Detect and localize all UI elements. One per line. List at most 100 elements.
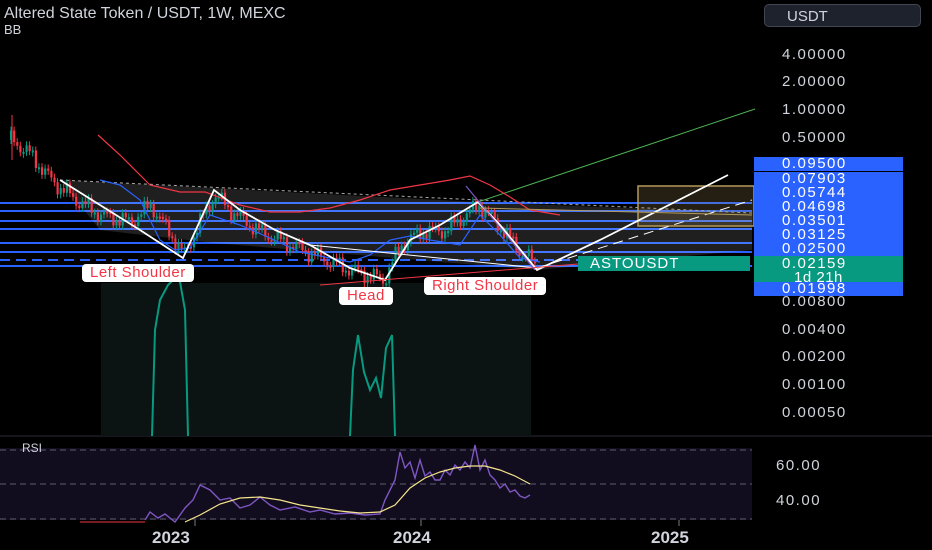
candle xyxy=(282,237,285,240)
candle xyxy=(499,230,502,233)
price-axis-label: 0.00050 xyxy=(782,404,847,421)
rsi-axis-label: 40.00 xyxy=(776,492,822,509)
price-axis-label: 2.00000 xyxy=(782,73,847,90)
candle xyxy=(31,150,34,153)
candle xyxy=(304,250,307,253)
candle xyxy=(19,145,22,153)
time-axis-label: 2023 xyxy=(152,528,190,547)
candle xyxy=(103,211,106,215)
level-label[interactable]: 0.02500 xyxy=(754,241,903,256)
candle xyxy=(81,201,84,209)
candle xyxy=(329,265,332,268)
candle xyxy=(416,228,419,233)
candle xyxy=(28,145,31,152)
chart-title: Altered State Token / USDT, 1W, MEXC xyxy=(4,5,286,22)
candle xyxy=(465,213,468,222)
candle xyxy=(165,218,168,221)
candle xyxy=(53,177,56,183)
candle xyxy=(295,242,298,250)
candle xyxy=(93,212,96,215)
candle xyxy=(447,231,450,234)
candle xyxy=(37,167,41,170)
candle xyxy=(140,214,143,217)
candle xyxy=(99,214,103,222)
candle xyxy=(527,249,530,257)
candle xyxy=(428,226,431,239)
candle xyxy=(490,212,493,215)
price-axis-label: 0.00200 xyxy=(782,348,847,365)
candle xyxy=(16,142,19,146)
candle xyxy=(270,239,273,242)
candle xyxy=(258,223,261,229)
left-shoulder-label[interactable]: Left Shoulder xyxy=(82,264,194,282)
price-axis-label: 0.50000 xyxy=(782,129,847,146)
candle xyxy=(47,168,50,171)
level-label[interactable]: 0.09500 xyxy=(754,156,903,171)
candle xyxy=(344,270,347,273)
candle xyxy=(468,209,471,214)
candle xyxy=(13,130,16,143)
candle xyxy=(34,150,37,169)
candle xyxy=(456,219,459,223)
candle xyxy=(106,211,109,214)
candle xyxy=(168,220,171,237)
candle xyxy=(208,205,211,212)
time-axis-label: 2024 xyxy=(393,528,431,547)
candle xyxy=(180,242,183,249)
candle xyxy=(158,216,161,219)
candle xyxy=(211,204,214,212)
candle xyxy=(440,231,444,239)
candle xyxy=(248,225,251,228)
candle xyxy=(413,232,416,235)
candle xyxy=(459,219,462,227)
candle xyxy=(50,170,53,178)
candle xyxy=(385,283,388,286)
candle xyxy=(493,212,496,219)
candle xyxy=(149,203,152,209)
candle xyxy=(59,188,62,195)
candle xyxy=(127,217,130,220)
low-level-label[interactable]: 0.01998 xyxy=(754,281,903,296)
candle xyxy=(301,242,304,251)
currency-button[interactable]: USDT xyxy=(764,4,921,27)
candle xyxy=(130,217,134,225)
candle xyxy=(285,237,289,252)
candle xyxy=(347,270,351,276)
right-shoulder-label[interactable]: Right Shoulder xyxy=(424,277,547,295)
candle xyxy=(394,246,397,263)
candle xyxy=(378,274,382,278)
candle xyxy=(161,216,165,219)
price-axis-label: 0.00100 xyxy=(782,376,847,393)
candle xyxy=(115,220,118,226)
candle xyxy=(478,205,481,211)
candle xyxy=(171,236,174,239)
candle xyxy=(146,200,149,209)
candle xyxy=(397,246,400,253)
price-axis-label: 4.00000 xyxy=(782,46,847,63)
candle xyxy=(174,238,177,251)
rsi-axis-label: 60.00 xyxy=(776,457,822,474)
candle xyxy=(96,212,99,222)
candle xyxy=(155,216,158,219)
candle xyxy=(236,213,239,216)
candle xyxy=(245,215,248,226)
indicator-label[interactable]: BB xyxy=(4,22,21,37)
time-axis-label: 2025 xyxy=(651,528,689,547)
symbol-tag: ASTOUSDT xyxy=(578,256,750,271)
candle xyxy=(62,188,65,193)
candle xyxy=(152,203,155,218)
candle xyxy=(264,224,267,237)
candle xyxy=(41,167,44,175)
candle xyxy=(118,220,121,226)
candle xyxy=(124,213,127,218)
rsi-label[interactable]: RSI xyxy=(22,441,42,455)
candle xyxy=(375,268,378,275)
candle xyxy=(227,205,230,208)
candle xyxy=(366,276,369,284)
candle xyxy=(78,205,81,209)
candle xyxy=(261,224,264,229)
head-label[interactable]: Head xyxy=(339,287,393,305)
candle xyxy=(72,193,75,197)
price-axis-label: 1.00000 xyxy=(782,101,847,118)
candle xyxy=(372,268,375,280)
